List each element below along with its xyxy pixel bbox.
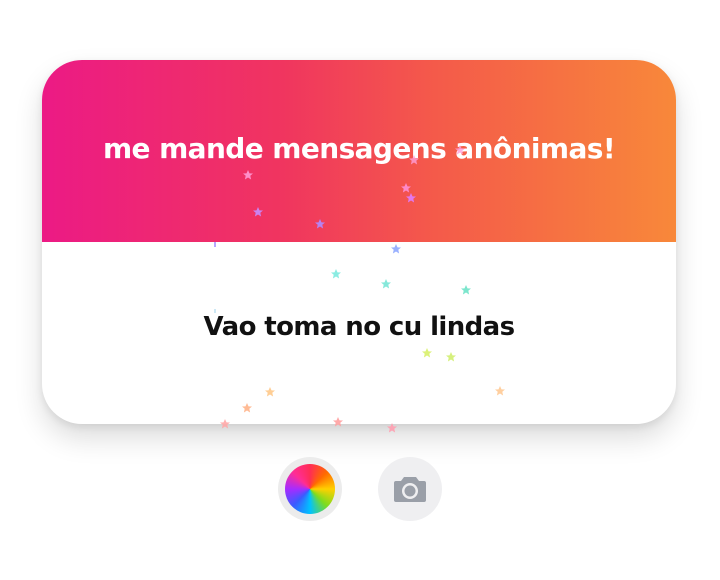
color-wheel-icon	[285, 464, 335, 514]
message-card: me mande mensagens anônimas! Vao toma no…	[42, 60, 676, 424]
color-picker-button[interactable]	[278, 457, 342, 521]
camera-icon	[394, 477, 426, 502]
message-text: Vao toma no cu lindas	[203, 312, 516, 342]
card-body: Vao toma no cu lindas	[42, 242, 676, 424]
header-title: me mande mensagens anônimas!	[102, 131, 616, 165]
camera-button[interactable]	[378, 457, 442, 521]
star-icon	[387, 423, 397, 433]
bottom-toolbar	[0, 457, 720, 521]
card-header: me mande mensagens anônimas!	[42, 60, 676, 242]
